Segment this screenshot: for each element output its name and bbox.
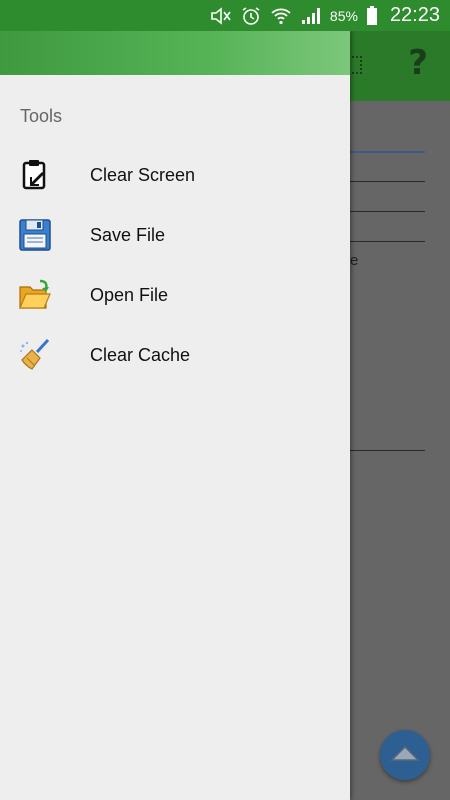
help-icon[interactable]: ? (408, 43, 428, 83)
section-title-tools: Tools (20, 106, 63, 126)
content-divider (350, 241, 425, 242)
floppy-disk-icon (18, 218, 52, 252)
content-divider (350, 151, 425, 153)
clipboard-icon (18, 158, 52, 192)
content-divider (350, 181, 425, 182)
broom-icon (18, 338, 52, 372)
battery-percent: 85% (329, 7, 358, 24)
grid-icon[interactable] (348, 56, 362, 74)
menu-item-save-file[interactable]: Save File (0, 205, 350, 265)
alarm-icon (240, 6, 262, 26)
partial-text: e (350, 252, 359, 269)
signal-icon (300, 6, 322, 26)
battery-icon (366, 5, 378, 26)
drawer-header (0, 31, 350, 75)
menu-item-clear-screen[interactable]: Clear Screen (0, 145, 350, 205)
chevron-up-icon (390, 743, 420, 768)
status-bar: 85% 22:23 (0, 0, 450, 31)
scroll-up-button[interactable] (380, 730, 430, 780)
content-divider (350, 211, 425, 212)
menu-item-open-file[interactable]: Open File (0, 265, 350, 325)
content-divider (350, 450, 425, 451)
menu-item-label: Clear Cache (90, 344, 191, 365)
navigation-drawer: Tools Clear Screen Save File Open File C… (0, 31, 350, 800)
clock: 22:23 (389, 4, 440, 26)
menu-item-label: Open File (90, 284, 169, 305)
menu-item-clear-cache[interactable]: Clear Cache (0, 325, 350, 385)
mute-icon (210, 6, 232, 26)
open-folder-icon (18, 278, 52, 312)
menu-item-label: Clear Screen (90, 164, 196, 185)
wifi-icon (270, 6, 292, 26)
menu-item-label: Save File (90, 224, 166, 245)
